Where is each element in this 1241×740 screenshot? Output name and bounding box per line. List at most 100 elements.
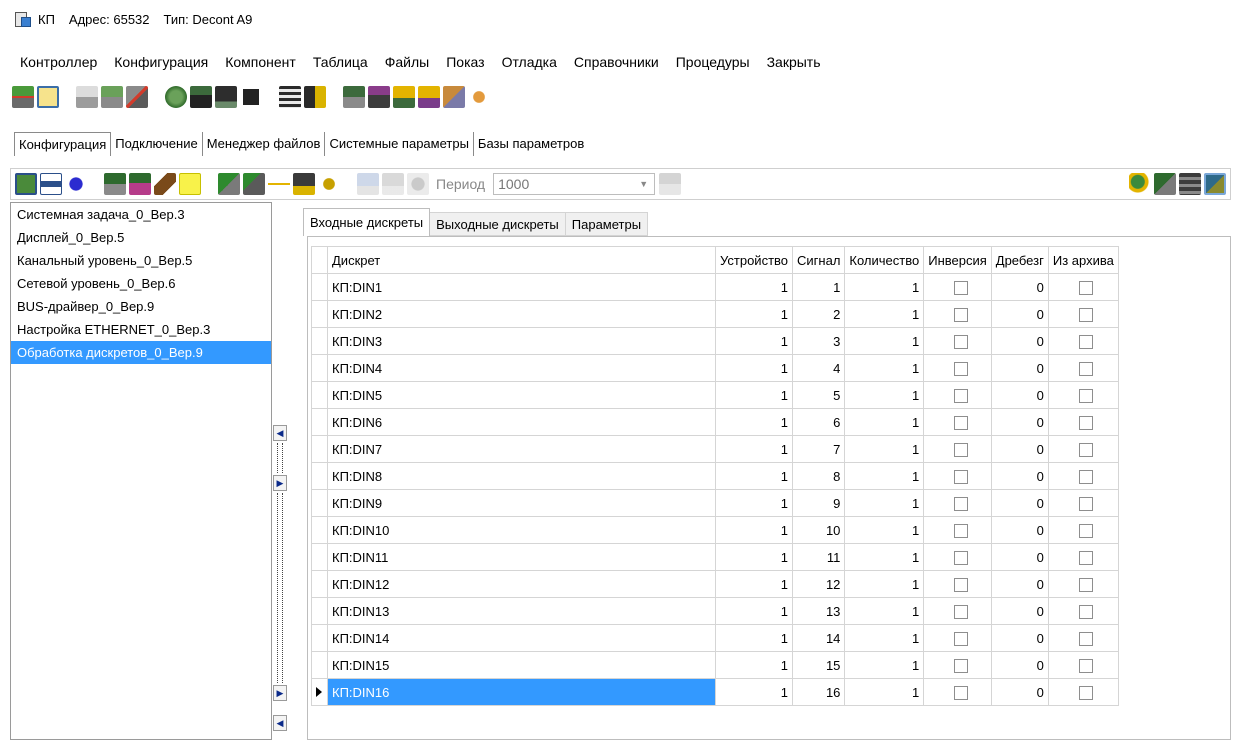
cell-device[interactable]: 1 — [714, 543, 794, 571]
cell-count[interactable]: 1 — [844, 678, 925, 706]
cell-count[interactable]: 1 — [844, 570, 925, 598]
menu-view[interactable]: Показ — [446, 54, 484, 70]
menu-controller[interactable]: Контроллер — [20, 54, 97, 70]
envelope-icon[interactable] — [37, 86, 59, 108]
cell-count[interactable]: 1 — [844, 489, 925, 517]
from-archive-checkbox[interactable] — [1078, 280, 1093, 295]
cell-count[interactable]: 1 — [844, 381, 925, 409]
module-icon[interactable] — [1154, 173, 1176, 195]
table-row[interactable]: КП:DIN7 1 7 1 0 — [311, 435, 1119, 463]
device-icon[interactable] — [190, 86, 212, 108]
from-archive-checkbox[interactable] — [1078, 388, 1093, 403]
cell-discrete[interactable]: КП:DIN16 — [327, 678, 716, 706]
add-component-icon[interactable] — [15, 173, 37, 195]
stop-icon[interactable] — [240, 86, 262, 108]
cell-device[interactable]: 1 — [714, 300, 794, 328]
cell-discrete[interactable]: КП:DIN13 — [327, 597, 716, 625]
cell-signal[interactable]: 11 — [792, 543, 846, 571]
from-archive-checkbox[interactable] — [1078, 334, 1093, 349]
row-indicator[interactable] — [311, 678, 328, 706]
cell-debounce[interactable]: 0 — [990, 273, 1049, 301]
table-icon[interactable] — [279, 86, 301, 108]
inversion-checkbox[interactable] — [954, 550, 969, 565]
collapse-left-icon[interactable]: ◀ — [273, 715, 287, 731]
period-select[interactable]: 1000 ▼ — [493, 173, 656, 195]
cell-discrete[interactable]: КП:DIN2 — [327, 300, 716, 328]
cell-signal[interactable]: 16 — [792, 678, 846, 706]
inversion-checkbox[interactable] — [954, 577, 969, 592]
inversion-checkbox[interactable] — [954, 469, 969, 484]
cell-device[interactable]: 1 — [714, 435, 794, 463]
cell-discrete[interactable]: КП:DIN10 — [327, 516, 716, 544]
cell-count[interactable]: 1 — [844, 516, 925, 544]
cell-signal[interactable]: 1 — [792, 273, 846, 301]
cell-debounce[interactable]: 0 — [990, 408, 1049, 436]
controller-config-icon[interactable] — [101, 86, 123, 108]
cell-signal[interactable]: 2 — [792, 300, 846, 328]
cell-device[interactable]: 1 — [714, 408, 794, 436]
menu-component[interactable]: Компонент — [225, 54, 296, 70]
tab-input-discretes[interactable]: Входные дискреты — [303, 208, 431, 236]
inversion-checkbox[interactable] — [954, 658, 969, 673]
users-icon[interactable] — [468, 86, 490, 108]
component-item[interactable]: Канальный уровень_0_Вер.5 — [11, 249, 271, 272]
cell-count[interactable]: 1 — [844, 651, 925, 679]
table-row[interactable]: КП:DIN6 1 6 1 0 — [311, 408, 1119, 436]
cell-device[interactable]: 1 — [714, 678, 794, 706]
cell-discrete[interactable]: КП:DIN5 — [327, 381, 716, 409]
cell-discrete[interactable]: КП:DIN11 — [327, 543, 716, 571]
inversion-checkbox[interactable] — [954, 361, 969, 376]
cell-count[interactable]: 1 — [844, 354, 925, 382]
cell-debounce[interactable]: 0 — [990, 570, 1049, 598]
folder-save-icon[interactable] — [418, 86, 440, 108]
column-header[interactable]: Устройство — [714, 246, 794, 274]
component-item[interactable]: BUS-драйвер_0_Вер.9 — [11, 295, 271, 318]
inversion-checkbox[interactable] — [954, 280, 969, 295]
cell-signal[interactable]: 10 — [792, 516, 846, 544]
component-item[interactable]: Сетевой уровень_0_Вер.6 — [11, 272, 271, 295]
edit-pen-icon[interactable] — [154, 173, 176, 195]
table-edit-icon[interactable] — [304, 86, 326, 108]
db-icon[interactable] — [343, 86, 365, 108]
table-row[interactable]: КП:DIN2 1 2 1 0 — [311, 300, 1119, 328]
from-archive-checkbox[interactable] — [1078, 469, 1093, 484]
expand-right-icon[interactable]: ▶ — [273, 475, 287, 491]
cell-device[interactable]: 1 — [714, 273, 794, 301]
cell-device[interactable]: 1 — [714, 327, 794, 355]
tab-parameters[interactable]: Параметры — [565, 212, 649, 236]
table-row[interactable]: КП:DIN1 1 1 1 0 — [311, 273, 1119, 301]
menu-close[interactable]: Закрыть — [767, 54, 821, 70]
cell-debounce[interactable]: 0 — [990, 381, 1049, 409]
small-square-icon[interactable] — [318, 173, 340, 195]
row-indicator[interactable] — [311, 597, 328, 625]
inversion-checkbox[interactable] — [954, 496, 969, 511]
copy-icon[interactable] — [218, 173, 240, 195]
row-indicator[interactable] — [311, 435, 328, 463]
from-archive-checkbox[interactable] — [1078, 658, 1093, 673]
table-row[interactable]: КП:DIN4 1 4 1 0 — [311, 354, 1119, 382]
table-row[interactable]: КП:DIN8 1 8 1 0 — [311, 462, 1119, 490]
cell-count[interactable]: 1 — [844, 435, 925, 463]
inversion-checkbox[interactable] — [954, 415, 969, 430]
row-indicator[interactable] — [311, 570, 328, 598]
controller-delete-icon[interactable] — [126, 86, 148, 108]
tab-connection[interactable]: Подключение — [111, 132, 203, 156]
table-row[interactable]: КП:DIN5 1 5 1 0 — [311, 381, 1119, 409]
cell-debounce[interactable]: 0 — [990, 516, 1049, 544]
tab-file-manager[interactable]: Менеджер файлов — [203, 132, 326, 156]
component-item[interactable]: Системная задача_0_Вер.3 — [11, 203, 271, 226]
row-indicator[interactable] — [311, 624, 328, 652]
cell-count[interactable]: 1 — [844, 462, 925, 490]
inversion-checkbox[interactable] — [954, 604, 969, 619]
row-indicator[interactable] — [311, 408, 328, 436]
tab-system-parameters[interactable]: Системные параметры — [325, 132, 474, 156]
cell-device[interactable]: 1 — [714, 624, 794, 652]
cell-count[interactable]: 1 — [844, 300, 925, 328]
table-row[interactable]: КП:DIN10 1 10 1 0 — [311, 516, 1119, 544]
cell-discrete[interactable]: КП:DIN3 — [327, 327, 716, 355]
cell-device[interactable]: 1 — [714, 597, 794, 625]
from-archive-checkbox[interactable] — [1078, 523, 1093, 538]
row-indicator[interactable] — [311, 516, 328, 544]
column-header[interactable]: Инверсия — [923, 246, 992, 274]
terminal-icon[interactable] — [215, 86, 237, 108]
